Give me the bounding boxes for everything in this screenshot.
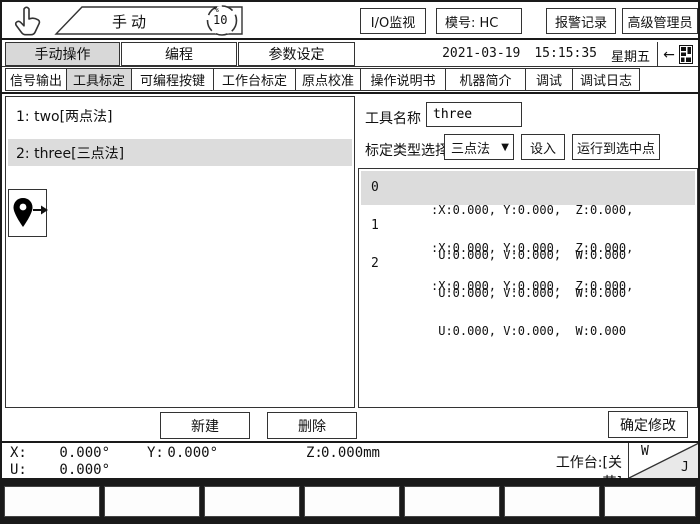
axis-u-label: U: [10, 462, 27, 478]
softkey-bar [2, 480, 698, 522]
new-button[interactable]: 新建 [160, 412, 250, 439]
confirm-modify-button[interactable]: 确定修改 [608, 411, 688, 438]
softkey-2[interactable] [104, 486, 200, 517]
subtab-machine-intro[interactable]: 机器简介 [445, 68, 526, 91]
tool-list-panel: 1: two[两点法] 2: three[三点法] [5, 96, 355, 408]
tool-name-input[interactable] [426, 102, 522, 127]
point-coordinates: :X:0.000, Y:0.000, Z:0.000, U:0.000, V:0… [431, 249, 633, 369]
datetime-display: 2021-03-19 15:15:35 星期五 [402, 46, 650, 65]
hand-cursor-icon [10, 5, 46, 38]
location-pin-icon [12, 197, 34, 229]
axis-y-value: 0.000° [160, 445, 218, 461]
coord-mode-world: W [641, 444, 649, 459]
tab-parameter-setting[interactable]: 参数设定 [238, 42, 355, 66]
arrow-left-icon: ← [663, 47, 675, 63]
run-to-selected-point-button[interactable]: 运行到选中点 [572, 134, 660, 160]
point-index: 0 [371, 180, 379, 195]
machine-control-screen: 手动 % 10 I/O监视 模号: HC 报警记录 高级管理员 手动操作 编程 … [0, 0, 700, 524]
time-text: 15:15:35 [534, 46, 597, 65]
subtab-operation-manual[interactable]: 操作说明书 [360, 68, 446, 91]
softkey-4[interactable] [304, 486, 400, 517]
axis-u-value: 0.000° [44, 462, 110, 478]
weekday-text: 星期五 [611, 46, 650, 65]
point-row-1[interactable]: 1 :X:0.000, Y:0.000, Z:0.000, U:0.000, V… [361, 209, 695, 243]
status-bar: X: 0.000° Y: 0.000° Z: 0.000mm U: 0.000°… [2, 441, 698, 480]
subtab-signal-output[interactable]: 信号输出 [5, 68, 67, 91]
jog-to-point-button[interactable] [8, 189, 47, 237]
coordinate-mode-indicator[interactable]: W J [628, 443, 698, 478]
keyboard-toggle-button[interactable]: ← [657, 42, 698, 67]
softkey-3[interactable] [204, 486, 300, 517]
sub-tab-row: 信号输出 工具标定 可编程按键 工作台标定 原点校准 操作说明书 机器简介 调试… [2, 68, 698, 94]
calibration-type-value: 三点法 [445, 138, 490, 157]
point-index: 2 [371, 256, 379, 271]
chevron-down-icon: ▼ [501, 142, 513, 153]
calibration-points-list: 0 :X:0.000, Y:0.000, Z:0.000, U:0.000, V… [358, 168, 698, 408]
mode-label: 手动 [112, 11, 150, 32]
point-row-2[interactable]: 2 :X:0.000, Y:0.000, Z:0.000, U:0.000, V… [361, 247, 695, 281]
main-tab-row: 手动操作 编程 参数设定 2021-03-19 15:15:35 星期五 ← [2, 42, 698, 67]
date-text: 2021-03-19 [442, 46, 520, 65]
calibration-type-label: 标定类型选择 [365, 140, 449, 160]
tab-programming[interactable]: 编程 [121, 42, 237, 66]
keypad-icon [679, 45, 693, 64]
axis-x-value: 0.000° [44, 445, 110, 461]
model-number-button[interactable]: 模号: HC [436, 8, 522, 34]
softkey-7[interactable] [604, 486, 696, 517]
softkey-6[interactable] [504, 486, 600, 517]
subtab-worktable-calibration[interactable]: 工作台标定 [213, 68, 296, 91]
subtab-debug[interactable]: 调试 [525, 68, 573, 91]
axis-x-label: X: [10, 445, 27, 461]
subtab-tool-calibration[interactable]: 工具标定 [66, 68, 132, 91]
subtab-debug-log[interactable]: 调试日志 [572, 68, 640, 91]
coord-mode-joint: J [681, 460, 689, 475]
speed-value: 10 [213, 13, 227, 27]
tool-list-item-2[interactable]: 2: three[三点法] [8, 139, 352, 166]
alarm-record-button[interactable]: 报警记录 [546, 8, 616, 34]
tab-manual-operation[interactable]: 手动操作 [5, 42, 120, 66]
tool-list-item-1[interactable]: 1: two[两点法] [8, 102, 352, 129]
axis-z-value: 0.000mm [316, 445, 380, 461]
softkey-5[interactable] [404, 486, 500, 517]
point-index: 1 [371, 218, 379, 233]
subtab-origin-calibration[interactable]: 原点校准 [295, 68, 361, 91]
point-row-0[interactable]: 0 :X:0.000, Y:0.000, Z:0.000, U:0.000, V… [361, 171, 695, 205]
calibration-type-select[interactable]: 三点法 ▼ [444, 134, 514, 160]
softkey-1[interactable] [4, 486, 100, 517]
io-monitor-button[interactable]: I/O监视 [360, 8, 426, 34]
set-in-button[interactable]: 设入 [521, 134, 565, 160]
top-bar: 手动 % 10 I/O监视 模号: HC 报警记录 高级管理员 [2, 2, 698, 40]
subtab-programmable-keys[interactable]: 可编程按键 [131, 68, 214, 91]
delete-button[interactable]: 删除 [267, 412, 357, 439]
tool-name-label: 工具名称 [365, 108, 421, 128]
admin-level-button[interactable]: 高级管理员 [622, 8, 698, 34]
arrow-right-icon [33, 204, 49, 216]
